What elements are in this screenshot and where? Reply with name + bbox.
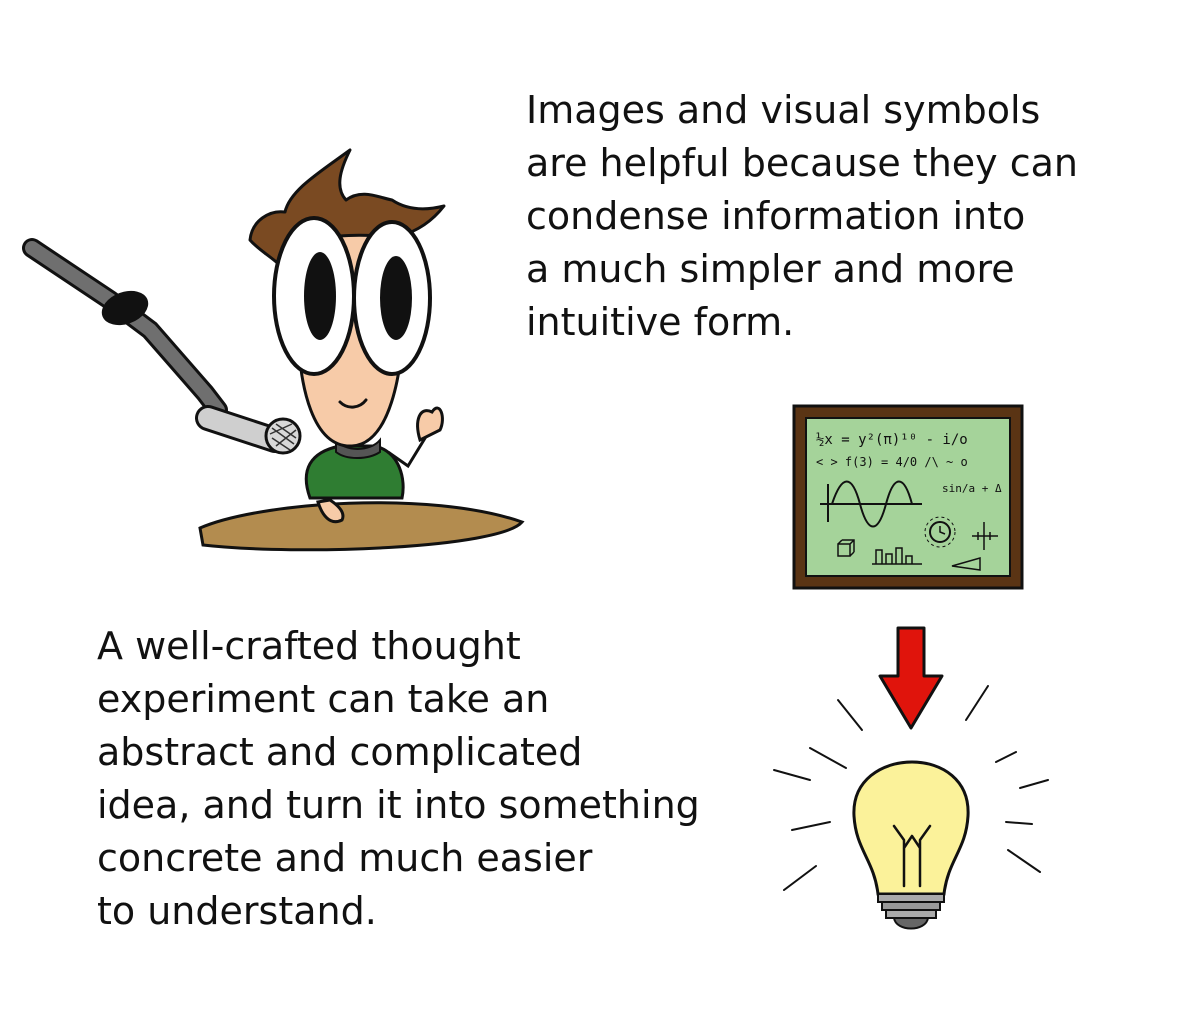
- board-formula-3: sin/a + Δ: [942, 482, 1002, 495]
- caption-thought-experiment: A well-crafted thought experiment can ta…: [97, 624, 700, 933]
- desk: [198, 501, 525, 552]
- caption-visual-symbols: Images and visual symbols are helpful be…: [526, 88, 1078, 344]
- microphone-icon: [22, 238, 302, 455]
- board-formula-1: ½x = y²(π)¹⁰ - i/o: [816, 432, 968, 448]
- presenter-illustration: [22, 148, 525, 552]
- lightbulb-icon: [773, 685, 1049, 930]
- chalkboard-icon: ½x = y²(π)¹⁰ - i/o < > f(3) = 4/0 /\ ~ o…: [792, 404, 1024, 590]
- board-formula-2: < > f(3) = 4/0 /\ ~ o: [816, 455, 968, 469]
